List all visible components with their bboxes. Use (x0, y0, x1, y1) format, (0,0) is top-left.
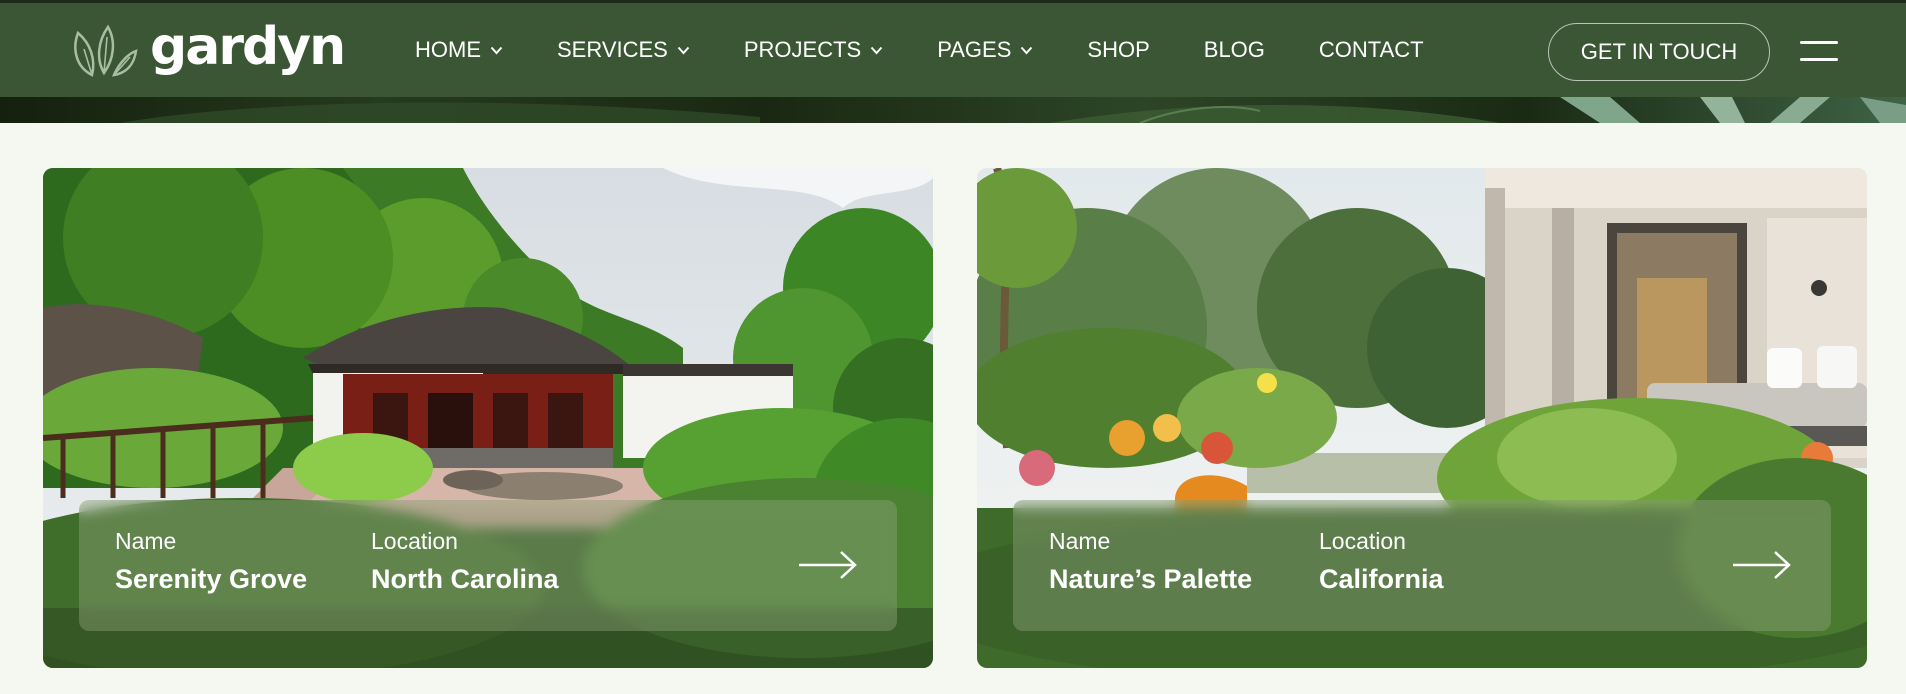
nav-item-contact[interactable]: CONTACT (1319, 37, 1424, 63)
logo[interactable]: gardyn (70, 17, 346, 79)
nav-item-label: BLOG (1203, 37, 1265, 62)
nav-item-projects[interactable]: PROJECTS (744, 37, 883, 63)
nav-item-shop[interactable]: SHOP (1087, 37, 1149, 63)
project-name: Serenity Grove (115, 564, 308, 594)
arrow-right-icon[interactable] (797, 550, 859, 580)
brand-name: gardyn (150, 17, 346, 77)
nav-item-home[interactable]: HOME (415, 37, 503, 63)
project-info-panel: Name Serenity Grove Location North Carol… (79, 500, 897, 631)
nav-item-label: PROJECTS (743, 37, 862, 62)
project-card[interactable]: Name Serenity Grove Location North Carol… (43, 168, 933, 668)
nav-item-pages[interactable]: PAGES (937, 37, 1033, 63)
get-in-touch-button[interactable]: GET IN TOUCH (1548, 23, 1770, 81)
project-location: California (1319, 564, 1444, 594)
hamburger-icon[interactable] (1800, 41, 1838, 63)
name-label: Name (115, 528, 177, 554)
chevron-down-icon (677, 46, 690, 54)
chevron-down-icon (870, 46, 883, 54)
chevron-down-icon (1021, 46, 1033, 54)
foliage-image (120, 97, 1906, 123)
project-name: Nature’s Palette (1049, 564, 1253, 594)
name-label: Name (1049, 528, 1111, 554)
chevron-down-icon (490, 46, 503, 54)
site-header: gardyn HOME SERVICES PROJECTS PAGES SHOP… (0, 0, 1906, 97)
nav-item-label: PAGES (937, 37, 1012, 62)
project-info-panel: Name Nature’s Palette Location Californi… (1013, 500, 1831, 631)
main-nav: HOME SERVICES PROJECTS PAGES SHOP BLOG C… (415, 37, 1478, 63)
hero-foliage-strip (0, 97, 1906, 123)
project-location: North Carolina (371, 564, 559, 594)
nav-item-label: HOME (415, 37, 481, 62)
nav-item-blog[interactable]: BLOG (1204, 37, 1265, 63)
arrow-right-icon[interactable] (1731, 550, 1793, 580)
nav-item-services[interactable]: SERVICES (557, 37, 690, 63)
location-label: Location (371, 528, 458, 554)
nav-item-label: SERVICES (557, 37, 668, 62)
project-card[interactable]: Name Nature’s Palette Location Californi… (977, 168, 1867, 668)
nav-item-label: CONTACT (1318, 37, 1424, 62)
location-label: Location (1319, 528, 1406, 554)
nav-item-label: SHOP (1087, 37, 1150, 62)
leaves-logo-icon (74, 24, 138, 77)
